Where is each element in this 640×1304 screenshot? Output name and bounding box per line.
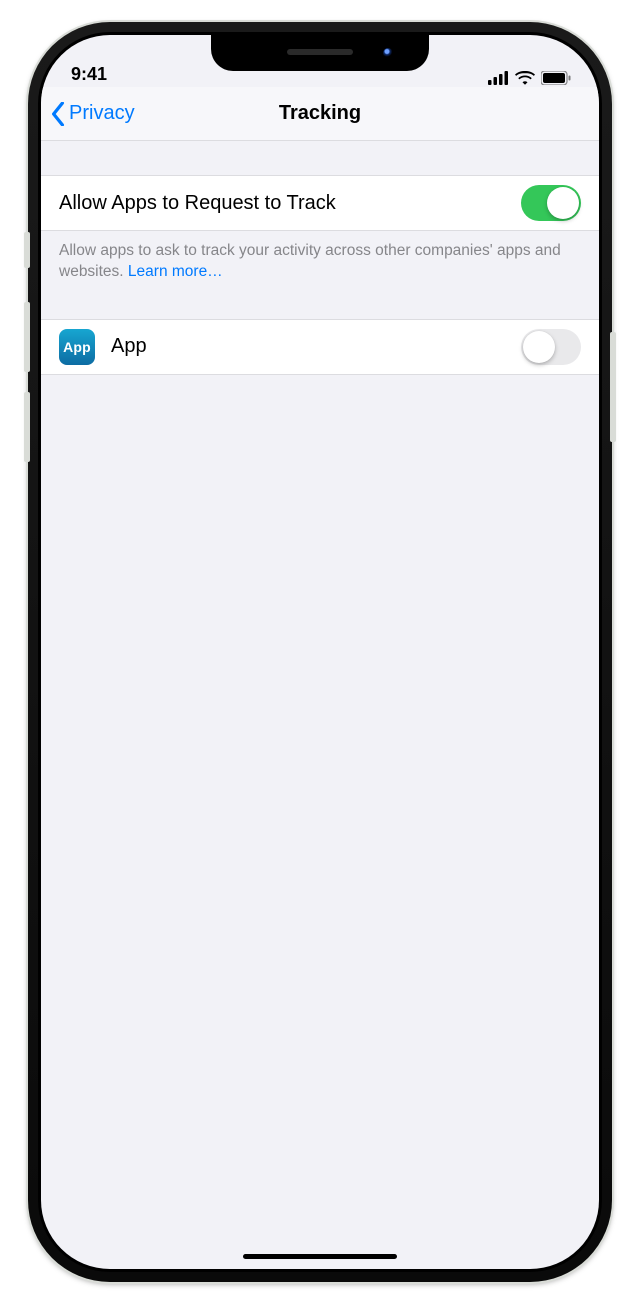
app-icon: App xyxy=(59,329,95,365)
allow-tracking-footer: Allow apps to ask to track your activity… xyxy=(41,231,599,283)
battery-icon xyxy=(541,71,571,85)
toggle-knob xyxy=(523,331,555,363)
status-time: 9:41 xyxy=(71,64,107,85)
wifi-icon xyxy=(515,71,535,85)
chevron-left-icon xyxy=(49,102,67,126)
speaker xyxy=(287,49,353,55)
content: Allow Apps to Request to Track Allow app… xyxy=(41,141,599,375)
row-allow-tracking: Allow Apps to Request to Track xyxy=(41,175,599,231)
cellular-icon xyxy=(488,71,509,85)
front-camera xyxy=(383,48,393,58)
row-allow-tracking-label: Allow Apps to Request to Track xyxy=(59,192,521,215)
row-app-label: App xyxy=(111,335,521,358)
back-button[interactable]: Privacy xyxy=(49,87,135,140)
home-indicator[interactable] xyxy=(243,1254,397,1259)
allow-tracking-toggle[interactable] xyxy=(521,185,581,221)
app-icon-text: App xyxy=(63,339,91,355)
toggle-knob xyxy=(547,187,579,219)
navbar: Privacy Tracking xyxy=(41,87,599,141)
row-app: App App xyxy=(41,319,599,375)
page-title: Tracking xyxy=(279,102,361,125)
back-label: Privacy xyxy=(69,102,135,125)
screen: 9:41 xyxy=(41,35,599,1269)
learn-more-link[interactable]: Learn more… xyxy=(128,263,223,280)
app-tracking-toggle[interactable] xyxy=(521,329,581,365)
notch xyxy=(211,35,429,71)
